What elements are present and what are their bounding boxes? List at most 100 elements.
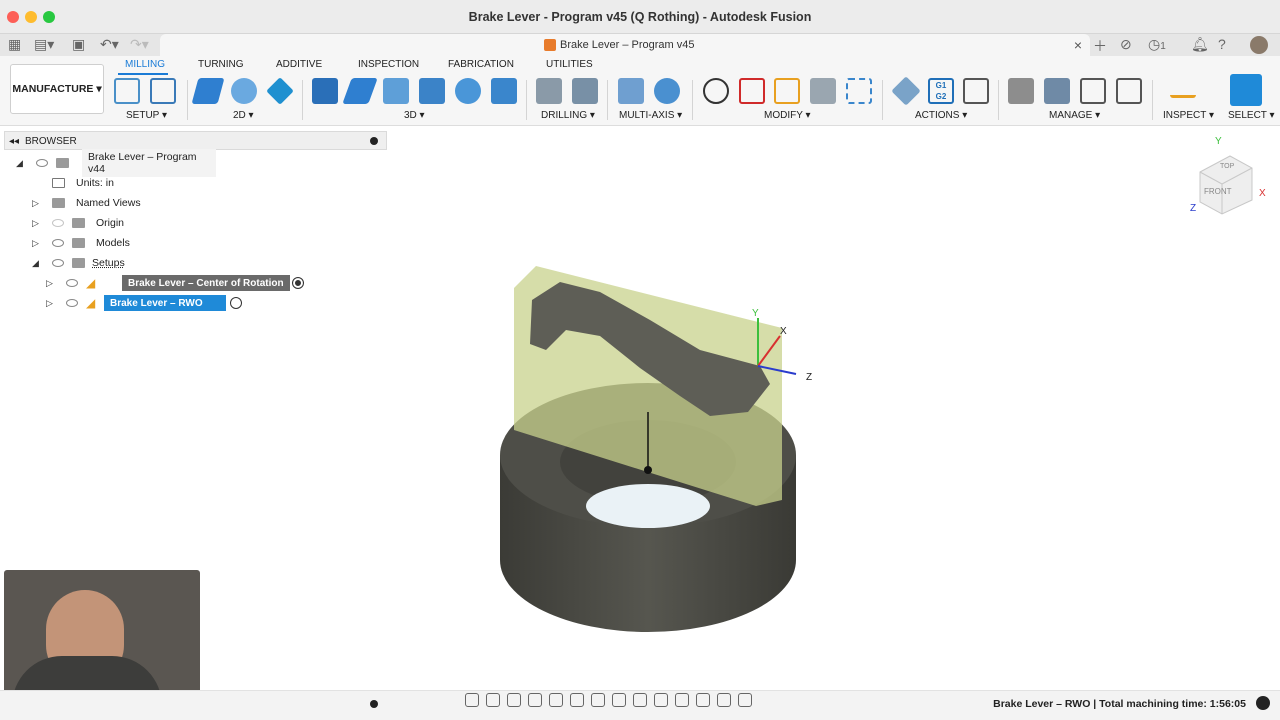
delete-icon[interactable] <box>739 78 765 104</box>
tab-additive[interactable]: ADDITIVE <box>276 59 322 70</box>
tree-root[interactable]: ◢ Brake Lever – Program v44 <box>16 149 216 177</box>
visibility-eye-icon[interactable] <box>52 259 64 267</box>
tree-item-setups[interactable]: ◢ Setups <box>32 254 152 272</box>
expand-triangle-icon[interactable]: ▷ <box>32 218 39 229</box>
hidden-eye-icon[interactable] <box>52 219 64 227</box>
extensions-icon[interactable]: ⊘ <box>1120 36 1132 53</box>
2d-adaptive-icon[interactable] <box>191 78 225 104</box>
zoom-icon[interactable] <box>528 693 542 707</box>
new-setup-icon[interactable] <box>114 78 140 104</box>
view-cube-front-label[interactable]: FRONT <box>1204 187 1232 196</box>
tree-item-setup-center-of-rotation[interactable]: ▷ ◢ Brake Lever – Center of Rotation <box>46 274 316 292</box>
look-at-icon[interactable] <box>486 693 500 707</box>
select-group-label[interactable]: SELECT ▾ <box>1228 110 1275 121</box>
tab-milling[interactable]: MILLING <box>125 59 165 70</box>
active-wcs-radio-icon[interactable] <box>292 277 304 289</box>
help-icon[interactable]: ? <box>1218 36 1226 52</box>
actions-group-label[interactable]: ACTIONS ▾ <box>915 110 967 121</box>
setup-group-label[interactable]: SETUP ▾ <box>126 110 167 121</box>
close-tab-icon[interactable]: × <box>1074 37 1082 53</box>
tree-item-origin[interactable]: ▷ Origin <box>32 214 152 232</box>
pan-icon[interactable] <box>507 693 521 707</box>
multi-axis-group-label[interactable]: MULTI-AXIS ▾ <box>619 110 682 121</box>
tab-turning[interactable]: TURNING <box>198 59 244 70</box>
display-settings-icon[interactable] <box>570 693 584 707</box>
tab-fabrication[interactable]: FABRICATION <box>448 59 514 70</box>
comments-panel-toggle[interactable] <box>370 700 378 708</box>
inspect-group-label[interactable]: INSPECT ▾ <box>1163 110 1214 121</box>
post-library-icon[interactable] <box>1080 78 1106 104</box>
visibility-eye-icon[interactable] <box>52 239 64 247</box>
stock-display-icon[interactable] <box>675 693 689 707</box>
drilling-group-label[interactable]: DRILLING ▾ <box>541 110 595 121</box>
avatar[interactable] <box>1250 36 1268 54</box>
new-tab-icon[interactable]: ＋ <box>1093 36 1107 56</box>
drill-icon[interactable] <box>536 78 562 104</box>
3d-flat-icon[interactable] <box>491 78 517 104</box>
collapse-triangle-icon[interactable]: ◢ <box>16 158 23 169</box>
job-status-icon[interactable]: ◷1 <box>1148 36 1166 53</box>
simulate-icon[interactable] <box>891 76 921 106</box>
tab-inspection[interactable]: INSPECTION <box>358 59 419 70</box>
visibility-eye-icon[interactable] <box>36 159 48 167</box>
setup-sheet-icon[interactable] <box>963 78 989 104</box>
grid-icon[interactable] <box>591 693 605 707</box>
multi-axis-contour-icon[interactable] <box>618 78 644 104</box>
visibility-eye-icon[interactable] <box>66 299 78 307</box>
app-grid-icon[interactable]: ▦ <box>8 36 21 53</box>
fit-icon[interactable] <box>549 693 563 707</box>
tab-utilities[interactable]: UTILITIES <box>546 59 593 70</box>
tree-item-setup-rwo[interactable]: ▷ ◢ Brake Lever – RWO <box>46 294 246 312</box>
post-process-icon[interactable]: G1 G2 <box>928 78 954 104</box>
status-options-icon[interactable] <box>1256 696 1270 710</box>
3d-parallel-icon[interactable] <box>383 78 409 104</box>
machine-library-icon[interactable] <box>1044 78 1070 104</box>
3d-pocket-icon[interactable] <box>342 78 378 104</box>
workspace-switcher[interactable]: MANUFACTURE ▾ <box>10 64 104 114</box>
collapse-panel-icon[interactable]: ◂◂ <box>9 136 19 147</box>
save-icon[interactable]: ▣ <box>72 36 85 53</box>
swarf-icon[interactable] <box>654 78 680 104</box>
visibility-eye-icon[interactable] <box>66 279 78 287</box>
collapse-triangle-icon[interactable]: ◢ <box>32 258 39 269</box>
file-icon[interactable]: ▤▾ <box>34 36 54 53</box>
tree-item-named-views[interactable]: ▷ Named Views <box>32 194 172 212</box>
3d-adaptive-icon[interactable] <box>312 78 338 104</box>
3d-viewport[interactable]: Y X Z TOP FRONT X Y Z <box>390 126 1280 690</box>
edit-notes-icon[interactable] <box>774 78 800 104</box>
redo-icon[interactable]: ↷▾ <box>130 36 149 53</box>
expand-triangle-icon[interactable]: ▷ <box>46 298 53 309</box>
expand-triangle-icon[interactable]: ▷ <box>32 238 39 249</box>
inactive-wcs-radio-icon[interactable] <box>230 297 242 309</box>
2d-group-label[interactable]: 2D ▾ <box>233 110 254 121</box>
manage-group-label[interactable]: MANAGE ▾ <box>1049 110 1100 121</box>
expand-triangle-icon[interactable]: ▷ <box>32 198 39 209</box>
3d-group-label[interactable]: 3D ▾ <box>404 110 425 121</box>
bore-icon[interactable] <box>572 78 598 104</box>
pattern-icon[interactable] <box>846 78 872 104</box>
machine-display-icon[interactable] <box>696 693 710 707</box>
3d-scallop-icon[interactable] <box>419 78 445 104</box>
view-cube-top-label[interactable]: TOP <box>1220 163 1235 170</box>
tree-item-models[interactable]: ▷ Models <box>32 234 152 252</box>
toolpath-display-icon[interactable] <box>633 693 647 707</box>
simulation-icon[interactable] <box>738 693 752 707</box>
cut-icon[interactable] <box>703 78 729 104</box>
select-arrow-icon[interactable] <box>1230 74 1262 106</box>
expand-triangle-icon[interactable]: ▷ <box>46 278 53 289</box>
modify-group-label[interactable]: MODIFY ▾ <box>764 110 811 121</box>
tool-library-manage-icon[interactable] <box>1008 78 1034 104</box>
measure-icon[interactable] <box>1170 84 1196 98</box>
nc-program-icon[interactable] <box>150 78 176 104</box>
filter-icon[interactable] <box>717 693 731 707</box>
document-tab[interactable]: Brake Lever – Program v45 × <box>160 34 1090 56</box>
tree-item-units[interactable]: Units: in <box>50 174 170 192</box>
2d-contour-icon[interactable] <box>266 77 294 105</box>
orbit-icon[interactable] <box>465 693 479 707</box>
2d-pocket-icon[interactable] <box>231 78 257 104</box>
refresh-icon[interactable] <box>654 693 668 707</box>
undo-icon[interactable]: ↶▾ <box>100 36 119 53</box>
tool-library-icon[interactable] <box>810 78 836 104</box>
template-library-icon[interactable] <box>1116 78 1142 104</box>
panel-options-icon[interactable] <box>370 137 378 145</box>
